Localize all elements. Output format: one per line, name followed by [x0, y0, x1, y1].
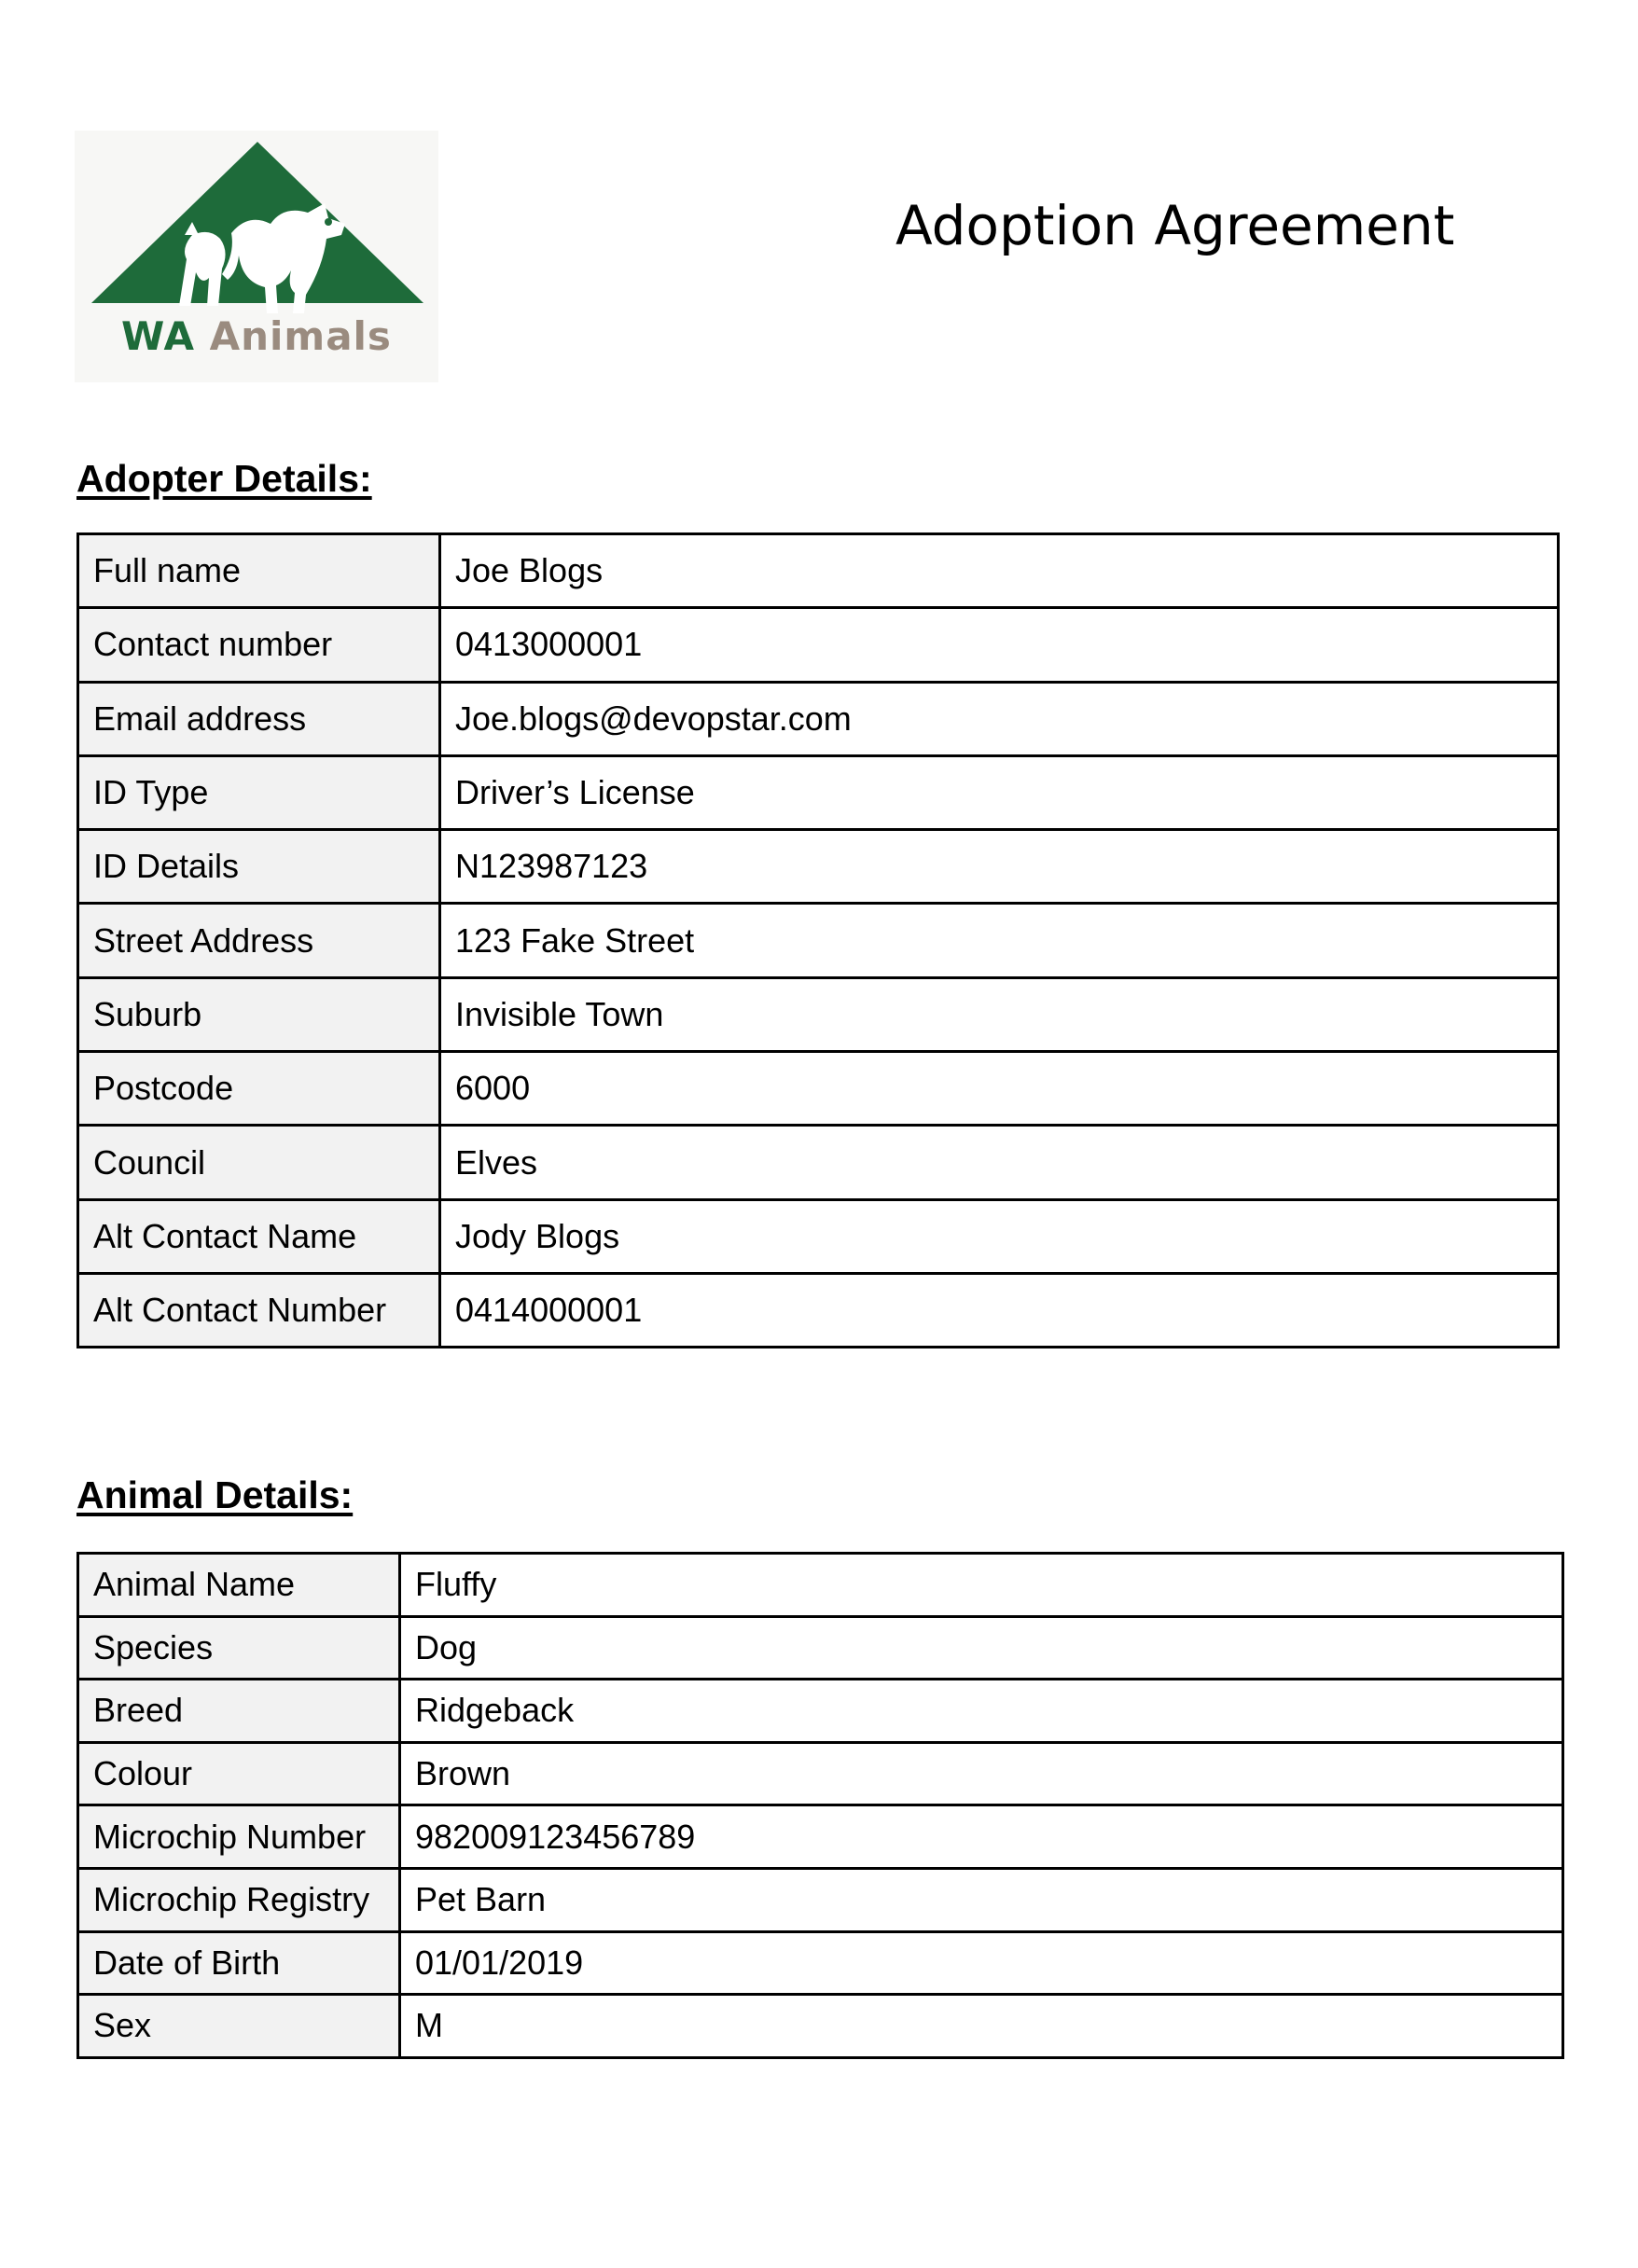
field-label: Breed	[76, 1678, 401, 1744]
field-value: 6000	[438, 1050, 1560, 1127]
field-label: Email address	[76, 680, 441, 757]
logo-text-animals: Animals	[209, 313, 392, 359]
field-value: Elves	[438, 1124, 1560, 1201]
field-label: Species	[76, 1614, 401, 1681]
logo-wordmark: WA Animals	[75, 313, 438, 359]
field-value: Pet Barn	[398, 1866, 1564, 1933]
table-row: Street Address 123 Fake Street	[76, 902, 1560, 979]
field-label: ID Type	[76, 754, 441, 832]
table-row: Email address Joe.blogs@devopstar.com	[76, 680, 1560, 757]
field-value: N123987123	[438, 828, 1560, 906]
field-label: Date of Birth	[76, 1929, 401, 1997]
table-row: ID Type Driver’s License	[76, 754, 1560, 832]
field-label: Full name	[76, 532, 441, 610]
table-row: Sex M	[76, 1993, 1564, 2059]
table-row: Suburb Invisible Town	[76, 975, 1560, 1054]
table-row: Animal Name Fluffy	[76, 1552, 1564, 1618]
field-value: Ridgeback	[398, 1678, 1564, 1744]
field-value: Joe Blogs	[438, 532, 1560, 610]
field-value: 01/01/2019	[398, 1929, 1564, 1997]
field-value: Dog	[398, 1614, 1564, 1681]
table-row: Microchip Number 982009123456789	[76, 1804, 1564, 1870]
field-label: Suburb	[76, 975, 441, 1054]
table-row: Colour Brown	[76, 1740, 1564, 1807]
field-label: Animal Name	[76, 1552, 401, 1618]
field-label: ID Details	[76, 828, 441, 906]
table-row: Breed Ridgeback	[76, 1678, 1564, 1744]
field-label: Microchip Number	[76, 1804, 401, 1870]
animal-details-heading: Animal Details:	[76, 1473, 354, 1516]
table-row: Microchip Registry Pet Barn	[76, 1866, 1564, 1933]
table-row: Alt Contact Name Jody Blogs	[76, 1197, 1560, 1275]
table-row: ID Details N123987123	[76, 828, 1560, 906]
table-row: Contact number 0413000001	[76, 606, 1560, 684]
field-label: Contact number	[76, 606, 441, 684]
table-row: Postcode 6000	[76, 1050, 1560, 1127]
animal-details-table: Animal Name Fluffy Species Dog Breed Rid…	[76, 1552, 1564, 2059]
table-row: Date of Birth 01/01/2019	[76, 1929, 1564, 1997]
table-row: Species Dog	[76, 1614, 1564, 1681]
table-row: Full name Joe Blogs	[76, 532, 1560, 610]
field-value: 0414000001	[438, 1271, 1560, 1349]
field-value: Brown	[398, 1740, 1564, 1807]
field-value: Driver’s License	[438, 754, 1560, 832]
table-row: Council Elves	[76, 1124, 1560, 1201]
table-row: Alt Contact Number 0414000001	[76, 1271, 1560, 1349]
logo-text-wa: WA	[121, 313, 195, 359]
field-value: Fluffy	[398, 1552, 1564, 1618]
adopter-details-table: Full name Joe Blogs Contact number 04130…	[76, 532, 1560, 1349]
animal-silhouette-logo-icon	[91, 142, 423, 313]
field-value: Invisible Town	[438, 975, 1560, 1054]
field-label: Colour	[76, 1740, 401, 1807]
field-label: Street Address	[76, 902, 441, 979]
document-title: Adoption Agreement	[895, 194, 1455, 257]
field-label: Sex	[76, 1993, 401, 2059]
field-value: 982009123456789	[398, 1804, 1564, 1870]
field-label: Microchip Registry	[76, 1866, 401, 1933]
field-label: Alt Contact Name	[76, 1197, 441, 1275]
field-label: Postcode	[76, 1050, 441, 1127]
field-value: M	[398, 1993, 1564, 2059]
field-label: Alt Contact Number	[76, 1271, 441, 1349]
field-value: 123 Fake Street	[438, 902, 1560, 979]
adopter-details-heading: Adopter Details:	[76, 457, 372, 500]
field-value: Jody Blogs	[438, 1197, 1560, 1275]
field-value: 0413000001	[438, 606, 1560, 684]
wa-animals-logo: WA Animals	[75, 131, 438, 382]
field-value: Joe.blogs@devopstar.com	[438, 680, 1560, 757]
field-label: Council	[76, 1124, 441, 1201]
